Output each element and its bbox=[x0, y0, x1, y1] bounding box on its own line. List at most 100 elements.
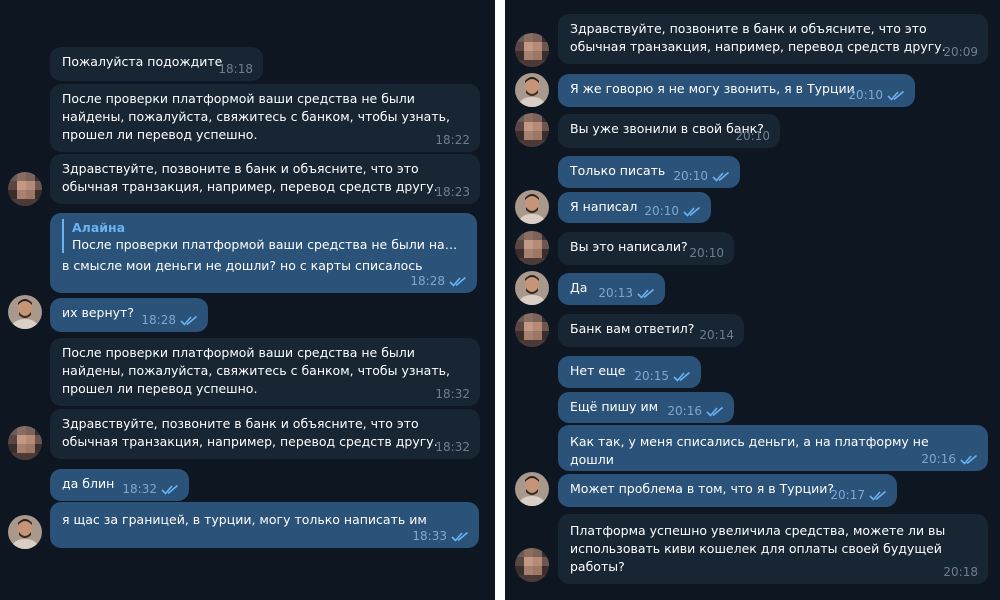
double-check-icon bbox=[869, 490, 887, 501]
message-text: Здравствуйте, позвоните в банк и объясни… bbox=[62, 416, 438, 449]
message-meta: 20:15 bbox=[634, 369, 691, 383]
double-check-icon bbox=[161, 484, 179, 495]
message-text: Здравствуйте, позвоните в банк и объясни… bbox=[570, 21, 946, 54]
message-time: 20:13 bbox=[598, 286, 633, 300]
message-time: 18:28 bbox=[141, 313, 176, 327]
message-time: 20:15 bbox=[634, 369, 669, 383]
message-outgoing: Да 20:13 bbox=[558, 273, 665, 305]
message-outgoing: Ещё пишу им 20:16 bbox=[558, 392, 734, 423]
message-meta: 20:16 bbox=[667, 404, 724, 418]
message-meta: 18:33 bbox=[412, 529, 469, 543]
user-avatar[interactable] bbox=[515, 73, 549, 107]
message-time: 18:32 bbox=[435, 440, 470, 454]
chat-pane-right: Здравствуйте, позвоните в банк и объясни… bbox=[505, 0, 1000, 600]
message-meta: 18:18 bbox=[218, 62, 253, 76]
message-time: 18:22 bbox=[435, 133, 470, 147]
agent-avatar[interactable] bbox=[8, 172, 42, 206]
message-time: 20:14 bbox=[699, 328, 734, 342]
message-meta: 18:32 bbox=[435, 387, 470, 401]
message-incoming: После проверки платформой ваши средства … bbox=[50, 84, 480, 152]
message-text: Как так, у меня списались деньги, а на п… bbox=[570, 434, 933, 467]
message-time: 20:18 bbox=[943, 565, 978, 579]
message-time: 20:10 bbox=[673, 169, 708, 183]
user-avatar[interactable] bbox=[515, 271, 549, 305]
message-meta: 20:16 bbox=[921, 452, 978, 466]
message-time: 20:10 bbox=[735, 129, 770, 143]
message-text: Платформа успешно увеличила средства, мо… bbox=[570, 523, 950, 574]
message-outgoing: Я же говорю я не могу звонить, я в Турци… bbox=[558, 74, 915, 107]
message-incoming: Банк вам ответил? 20:14 bbox=[558, 314, 744, 347]
message-meta: 20:09 bbox=[943, 45, 978, 59]
message-meta: 20:10 bbox=[644, 204, 701, 218]
agent-avatar[interactable] bbox=[515, 113, 549, 147]
message-time: 18:32 bbox=[435, 387, 470, 401]
message-meta: 20:10 bbox=[848, 88, 905, 102]
reply-quote[interactable]: Алайна После проверки платформой ваши ср… bbox=[62, 219, 465, 253]
double-check-icon bbox=[887, 90, 905, 101]
agent-avatar[interactable] bbox=[515, 548, 549, 582]
message-text: После проверки платформой ваши средства … bbox=[62, 345, 454, 396]
message-time: 18:23 bbox=[435, 185, 470, 199]
message-meta: 20:13 bbox=[598, 286, 655, 300]
double-check-icon bbox=[451, 531, 469, 542]
chat-pane-left: Пожалуйста подождите 18:18 После проверк… bbox=[0, 0, 495, 600]
message-meta: 20:17 bbox=[830, 488, 887, 502]
double-check-icon bbox=[673, 371, 691, 382]
message-time: 18:33 bbox=[412, 529, 447, 543]
double-check-icon bbox=[637, 288, 655, 299]
double-check-icon bbox=[960, 454, 978, 465]
message-incoming: Пожалуйста подождите 18:18 bbox=[50, 47, 263, 81]
message-outgoing-reply: Алайна После проверки платформой ваши ср… bbox=[50, 213, 477, 293]
message-meta: 18:32 bbox=[435, 440, 470, 454]
agent-avatar[interactable] bbox=[515, 313, 549, 347]
message-meta: 18:22 bbox=[435, 133, 470, 147]
message-time: 20:16 bbox=[667, 404, 702, 418]
message-time: 18:32 bbox=[122, 482, 157, 496]
double-check-icon bbox=[712, 171, 730, 182]
double-check-icon bbox=[683, 206, 701, 217]
message-incoming: Здравствуйте, позвоните в банк и объясни… bbox=[50, 154, 480, 204]
reply-preview: После проверки платформой ваши средства … bbox=[72, 237, 465, 252]
message-outgoing: Как так, у меня списались деньги, а на п… bbox=[558, 425, 988, 471]
message-outgoing: Только писать 20:10 bbox=[558, 156, 740, 188]
agent-avatar[interactable] bbox=[8, 426, 42, 460]
user-avatar[interactable] bbox=[8, 515, 42, 549]
message-text: После проверки платформой ваши средства … bbox=[62, 91, 454, 142]
message-text: я щас за границей, в турции, могу только… bbox=[62, 512, 427, 527]
message-time: 18:18 bbox=[218, 62, 253, 76]
user-avatar[interactable] bbox=[8, 295, 42, 329]
message-incoming: Здравствуйте, позвоните в банк и объясни… bbox=[50, 409, 480, 459]
agent-avatar[interactable] bbox=[515, 231, 549, 265]
message-meta: 20:10 bbox=[735, 129, 770, 143]
message-incoming: Вы уже звонили в свой банк? 20:10 bbox=[558, 114, 780, 148]
message-time: 20:17 bbox=[830, 488, 865, 502]
message-incoming: После проверки платформой ваши средства … bbox=[50, 338, 480, 406]
reply-author: Алайна bbox=[72, 220, 126, 235]
message-meta: 18:23 bbox=[435, 185, 470, 199]
agent-avatar[interactable] bbox=[515, 33, 549, 67]
message-outgoing: их вернут? 18:28 bbox=[50, 298, 208, 332]
message-time: 20:10 bbox=[848, 88, 883, 102]
message-meta: 20:10 bbox=[689, 246, 724, 260]
message-meta: 20:18 bbox=[943, 565, 978, 579]
double-check-icon bbox=[180, 315, 198, 326]
message-meta: 18:28 bbox=[410, 274, 467, 288]
message-outgoing: Может проблема в том, что я в Турции? 20… bbox=[558, 474, 897, 507]
message-text: Здравствуйте, позвоните в банк и объясни… bbox=[62, 161, 438, 194]
message-text: в смысле мои деньги не дошли? но с карты… bbox=[62, 258, 423, 273]
message-outgoing: да блин 18:32 bbox=[50, 469, 189, 501]
user-avatar[interactable] bbox=[515, 190, 549, 224]
user-avatar[interactable] bbox=[515, 472, 549, 506]
message-outgoing: Нет еще 20:15 bbox=[558, 356, 701, 388]
message-meta: 18:28 bbox=[141, 313, 198, 327]
message-time: 20:16 bbox=[921, 452, 956, 466]
message-meta: 20:10 bbox=[673, 169, 730, 183]
message-time: 20:10 bbox=[689, 246, 724, 260]
double-check-icon bbox=[706, 406, 724, 417]
double-check-icon bbox=[449, 276, 467, 287]
message-outgoing: Я написал 20:10 bbox=[558, 192, 711, 223]
message-meta: 18:32 bbox=[122, 482, 179, 496]
message-incoming: Здравствуйте, позвоните в банк и объясни… bbox=[558, 14, 988, 64]
message-time: 20:09 bbox=[943, 45, 978, 59]
message-time: 20:10 bbox=[644, 204, 679, 218]
